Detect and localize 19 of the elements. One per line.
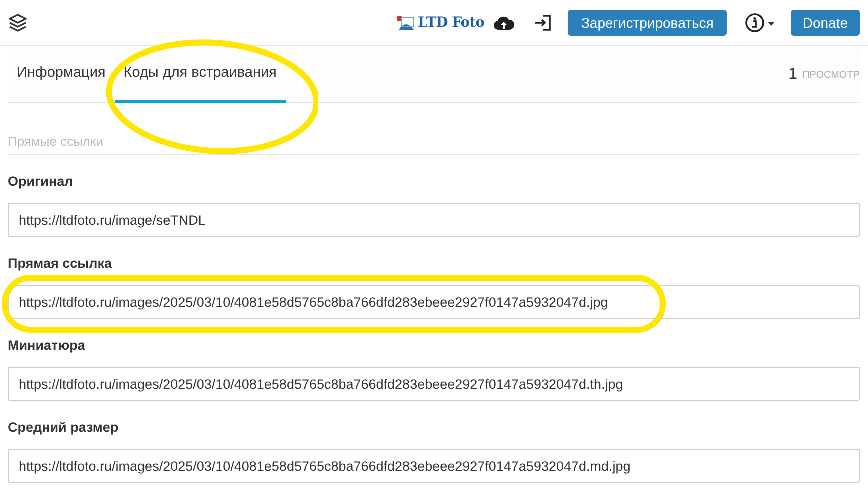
section-title: Прямые ссылки [8, 134, 860, 155]
sign-in-icon[interactable] [534, 14, 552, 32]
field-label: Миниатюра [8, 338, 86, 353]
register-button[interactable]: Зарегистрироваться [568, 10, 727, 36]
field-label: Средний размер [8, 420, 120, 435]
url-field[interactable]: https://ltdfoto.ru/images/2025/03/10/4081e58d5765c8ba766dfd283ebeee2927f0147a5932047d.jpg [8, 285, 860, 319]
layers-icon[interactable] [8, 14, 28, 32]
tab[interactable]: Информация [8, 46, 115, 103]
donate-button[interactable]: Donate [790, 10, 860, 36]
field-label: Прямая ссылка [8, 256, 114, 271]
info-icon[interactable] [744, 12, 777, 32]
view-label: ПРОСМОТР [802, 70, 860, 80]
site-logo[interactable]: LTD Foto [396, 14, 484, 30]
field-label: Оригинал [8, 174, 74, 189]
view-count: 1 [788, 66, 798, 84]
url-field[interactable]: https://ltdfoto.ru/images/2025/03/10/4081e58d5765c8ba766dfd283ebeee2927f0147a5932047d.th.jpg [8, 367, 860, 401]
url-field[interactable]: https://ltdfoto.ru/images/2025/03/10/4081e58d5765c8ba766dfd283ebeee2927f0147a5932047d.md.jpg [8, 449, 860, 483]
url-field[interactable]: https://ltdfoto.ru/image/seTNDL [8, 203, 860, 237]
cloud-upload-icon[interactable] [494, 14, 514, 30]
